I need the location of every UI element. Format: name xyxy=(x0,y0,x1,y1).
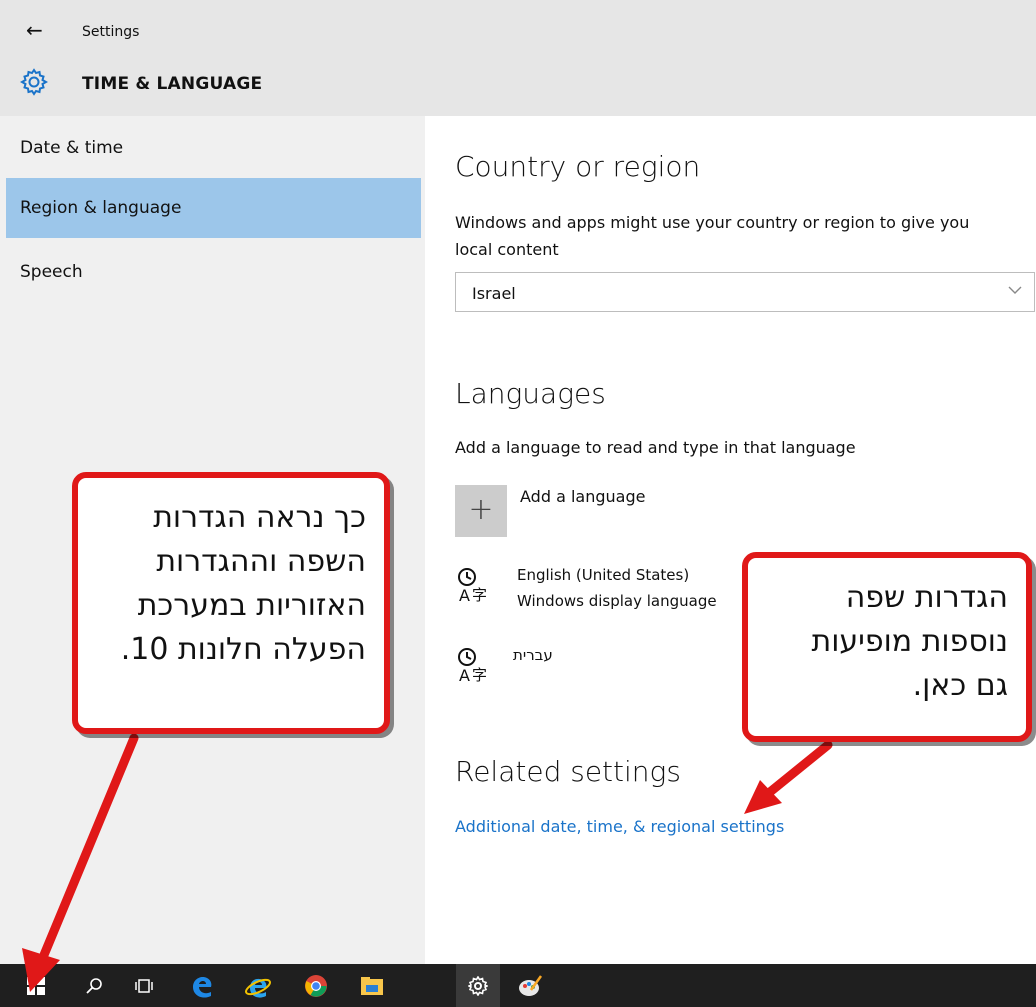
callout-right-line: הגדרות שפה xyxy=(845,580,1008,615)
section-title: TIME & LANGUAGE xyxy=(82,74,263,94)
callout-left-line: הפעלה חלונות 10. xyxy=(120,632,366,667)
callout-right-line: גם כאן. xyxy=(912,668,1008,703)
sidebar-item-region-language[interactable]: Region & language xyxy=(6,178,421,238)
internet-explorer-icon[interactable] xyxy=(236,964,280,1007)
country-heading: Country or region xyxy=(455,150,701,183)
callout-left-line: כך נראה הגדרות xyxy=(153,500,366,535)
sidebar-item-speech[interactable]: Speech xyxy=(6,242,421,302)
settings-gear-icon[interactable] xyxy=(456,964,500,1007)
language-icon[interactable]: A 字 xyxy=(455,645,497,685)
sidebar-item-date-time[interactable]: Date & time xyxy=(6,118,421,178)
language-subtitle-english: Windows display language xyxy=(517,592,717,610)
svg-text:A: A xyxy=(459,666,470,685)
app-title: Settings xyxy=(82,24,140,40)
language-name-hebrew[interactable]: עברית xyxy=(513,646,553,664)
file-explorer-icon[interactable] xyxy=(350,964,394,1007)
callout-left-line: השפה וההגדרות xyxy=(156,544,366,579)
related-settings-heading: Related settings xyxy=(455,755,681,788)
country-dropdown-value: Israel xyxy=(472,284,516,303)
callout-left: כך נראה הגדרות השפה וההגדרות האזוריות במ… xyxy=(72,472,390,734)
chevron-down-icon xyxy=(1008,286,1022,294)
plus-icon: + xyxy=(468,492,494,527)
svg-text:字: 字 xyxy=(472,586,487,604)
task-view-icon[interactable] xyxy=(122,964,166,1007)
svg-text:字: 字 xyxy=(472,666,487,684)
add-language-button[interactable]: + xyxy=(455,485,507,537)
add-language-label[interactable]: Add a language xyxy=(520,487,645,506)
callout-left-line: האזוריות במערכת xyxy=(137,588,366,623)
country-description-line1: Windows and apps might use your country … xyxy=(455,213,970,232)
languages-description: Add a language to read and type in that … xyxy=(455,438,856,457)
settings-header xyxy=(0,0,1036,116)
chrome-icon[interactable] xyxy=(294,964,338,1007)
callout-left-text: כך נראה הגדרות השפה וההגדרות האזוריות במ… xyxy=(86,496,366,672)
callout-right-text: הגדרות שפה נוספות מופיעות גם כאן. xyxy=(758,576,1008,708)
country-dropdown[interactable]: Israel xyxy=(455,272,1035,312)
paint-icon[interactable] xyxy=(508,964,552,1007)
taskbar xyxy=(0,964,1036,1007)
languages-heading: Languages xyxy=(455,377,606,410)
language-icon[interactable]: A 字 xyxy=(455,565,497,605)
callout-right-line: נוספות מופיעות xyxy=(811,624,1008,659)
gear-icon xyxy=(20,68,48,96)
back-arrow-icon[interactable]: ← xyxy=(26,18,43,42)
additional-regional-settings-link[interactable]: Additional date, time, & regional settin… xyxy=(455,817,784,836)
language-name-english[interactable]: English (United States) xyxy=(517,566,689,584)
callout-right: הגדרות שפה נוספות מופיעות גם כאן. xyxy=(742,552,1032,742)
svg-text:A: A xyxy=(459,586,470,605)
start-windows-icon[interactable] xyxy=(14,964,58,1007)
country-description-line2: local content xyxy=(455,240,559,259)
edge-icon[interactable] xyxy=(180,964,224,1007)
search-icon[interactable] xyxy=(72,964,116,1007)
